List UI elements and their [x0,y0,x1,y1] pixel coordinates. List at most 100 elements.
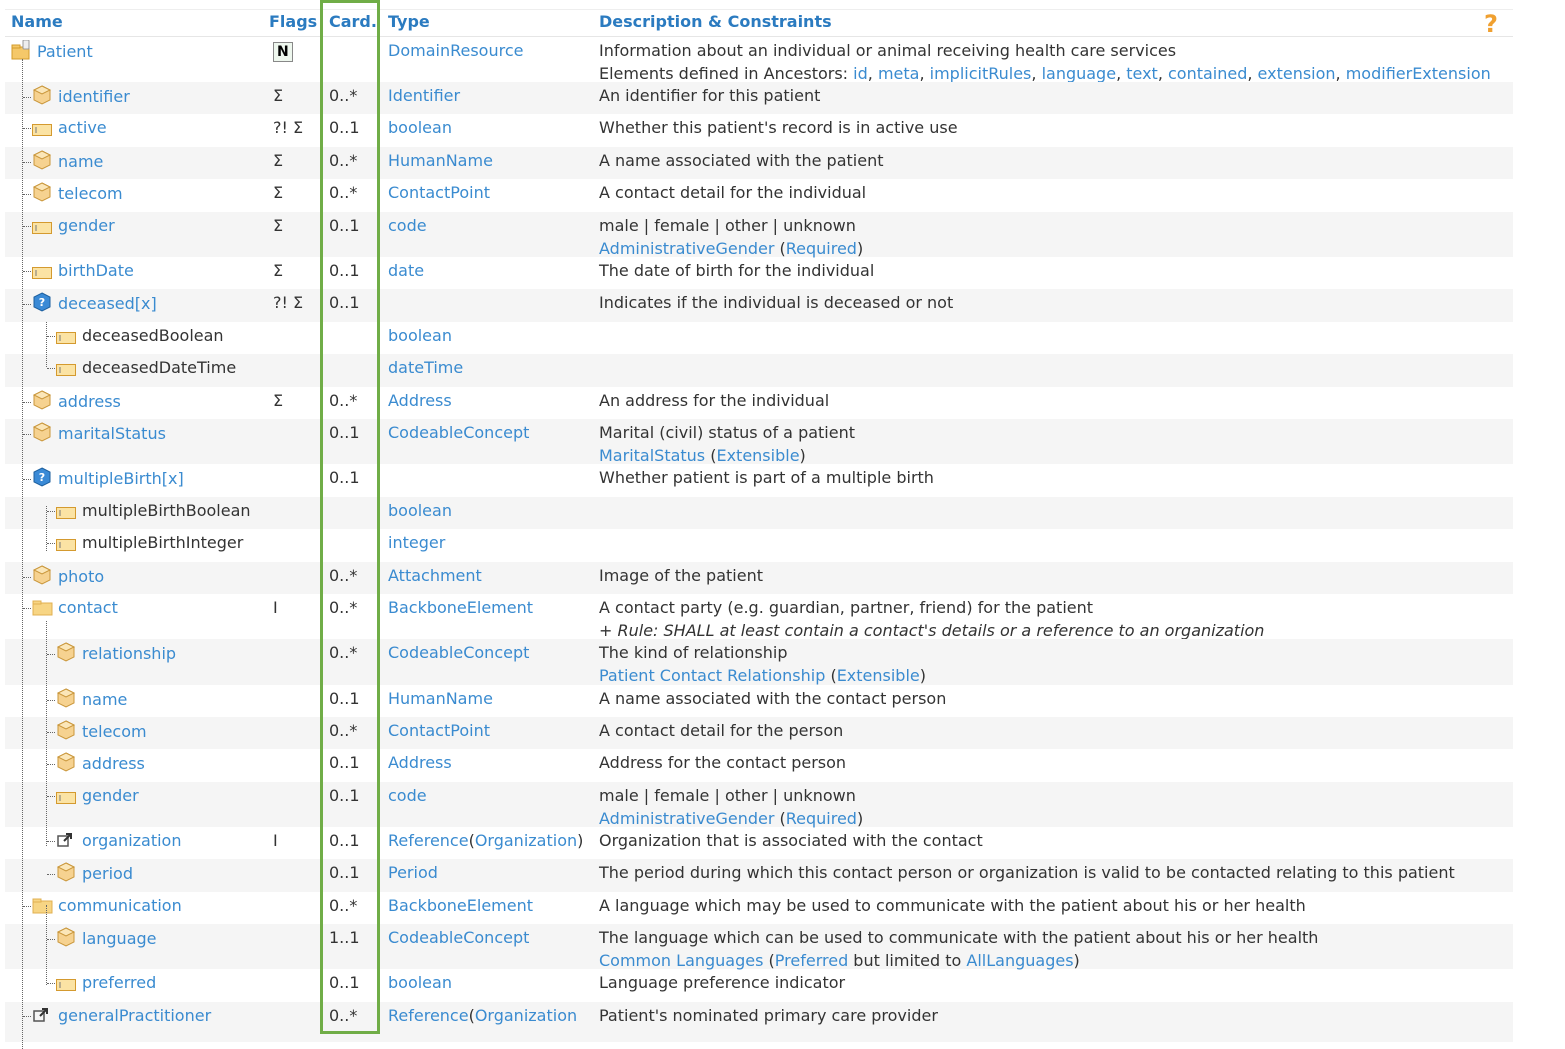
type-link[interactable]: Organization [475,831,577,850]
description-link[interactable]: AdministrativeGender [599,239,774,258]
element-name[interactable]: deceased[x] [58,294,157,313]
type-cell: BackboneElement [388,895,533,918]
description-link[interactable]: extension [1258,64,1336,83]
type-link[interactable]: Attachment [388,566,482,585]
description-link[interactable]: implicitRules [930,64,1032,83]
type-link[interactable]: boolean [388,326,452,345]
cardinality-cell: 0..1 [329,786,360,805]
type-link[interactable]: ContactPoint [388,183,490,202]
type-link[interactable]: date [388,261,424,280]
type-link[interactable]: boolean [388,501,452,520]
element-name[interactable]: language [82,929,157,948]
type-link[interactable]: dateTime [388,358,463,377]
element-name[interactable]: active [58,118,107,137]
type-link[interactable]: CodeableConcept [388,928,529,947]
element-name[interactable]: Patient [37,42,93,61]
primitive-icon [32,218,52,236]
element-name[interactable]: gender [82,786,139,805]
description-link[interactable]: language [1042,64,1117,83]
element-name[interactable]: generalPractitioner [58,1006,211,1025]
element-name[interactable]: communication [58,896,182,915]
element-name[interactable]: telecom [58,184,123,203]
description-link[interactable]: Preferred [775,951,848,970]
tree-connector [23,402,31,403]
description-cell: An address for the individual [599,390,829,413]
help-icon[interactable]: ? [1484,10,1498,38]
description-link[interactable]: meta [878,64,920,83]
element-name[interactable]: address [82,754,145,773]
tree-connector [47,764,55,765]
type-link[interactable]: Identifier [388,86,460,105]
description-link[interactable]: AllLanguages [966,951,1073,970]
type-link[interactable]: boolean [388,118,452,137]
element-name[interactable]: period [82,864,133,883]
description-cell: Whether patient is part of a multiple bi… [599,467,934,490]
description-link[interactable]: Common Languages [599,951,763,970]
description-text: Organization that is associated with the… [599,831,983,850]
table-row: gender Σ 0..1 code male | female | other | u… [5,212,1513,260]
description-link[interactable]: modifierExtension [1346,64,1491,83]
type-cell: HumanName [388,688,493,711]
type-link[interactable]: Organization [475,1006,577,1025]
description-link[interactable]: id [853,64,868,83]
description-text: Image of the patient [599,566,763,585]
type-link[interactable]: HumanName [388,151,493,170]
tree-connector [23,162,31,163]
type-link[interactable]: Address [388,753,452,772]
description-text: ( [774,808,786,828]
type-link[interactable]: DomainResource [388,41,523,60]
type-link[interactable]: HumanName [388,689,493,708]
element-icon [32,598,53,616]
element-name[interactable]: maritalStatus [58,424,166,443]
description-link[interactable]: Required [786,809,857,828]
description-link[interactable]: AdministrativeGender [599,809,774,828]
element-name[interactable]: telecom [82,722,147,741]
element-name[interactable]: photo [58,567,104,586]
type-link[interactable]: CodeableConcept [388,423,529,442]
type-link[interactable]: ContactPoint [388,721,490,740]
tree-connector [23,577,31,578]
type-link[interactable]: code [388,786,427,805]
table-row: deceasedDateTime dateTime [5,354,1513,387]
description-link[interactable]: text [1126,64,1158,83]
table-row: gender 0..1 code male | female | other | un… [5,782,1513,828]
type-link[interactable]: Reference [388,1006,469,1025]
type-cell: Address [388,390,452,413]
type-link[interactable]: code [388,216,427,235]
table-row: relationship 0..* CodeableConcept The kind … [5,639,1513,685]
cardinality-cell: 0..1 [329,973,360,992]
type-link[interactable]: BackboneElement [388,896,533,915]
type-cell: Reference(Organization) [388,830,583,853]
type-link[interactable]: integer [388,533,445,552]
description-link[interactable]: Extensible [837,666,920,685]
element-name[interactable]: preferred [82,973,156,992]
description-link[interactable]: Patient Contact Relationship [599,666,825,685]
description-cell: The period during which this contact per… [599,862,1455,885]
type-link[interactable]: Period [388,863,438,882]
description-link[interactable]: Extensible [716,446,799,465]
type-link[interactable]: Address [388,391,452,410]
description-line: The kind of relationship [599,642,926,665]
element-name[interactable]: address [58,392,121,411]
description-cell: male | female | other | unknown Administr… [599,215,863,260]
element-name[interactable]: name [58,152,103,171]
type-cell: integer [388,532,445,555]
type-link[interactable]: CodeableConcept [388,643,529,662]
description-link[interactable]: contained [1168,64,1247,83]
description-link[interactable]: MaritalStatus [599,446,705,465]
element-name[interactable]: organization [82,831,181,850]
element-name[interactable]: gender [58,216,115,235]
description-text: + Rule: SHALL at least contain a contact… [599,620,1265,640]
type-link[interactable]: boolean [388,973,452,992]
type-link[interactable]: BackboneElement [388,598,533,617]
element-name[interactable]: contact [58,598,118,617]
element-name[interactable]: birthDate [58,261,134,280]
description-text: male | female | other | unknown [599,786,856,805]
element-name[interactable]: relationship [82,644,176,663]
element-name[interactable]: name [82,690,127,709]
description-link[interactable]: Required [786,239,857,258]
table-row: maritalStatus 0..1 CodeableConcept Marital … [5,419,1513,465]
type-link[interactable]: Reference [388,831,469,850]
element-name[interactable]: multipleBirth[x] [58,469,184,488]
element-name[interactable]: identifier [58,87,130,106]
